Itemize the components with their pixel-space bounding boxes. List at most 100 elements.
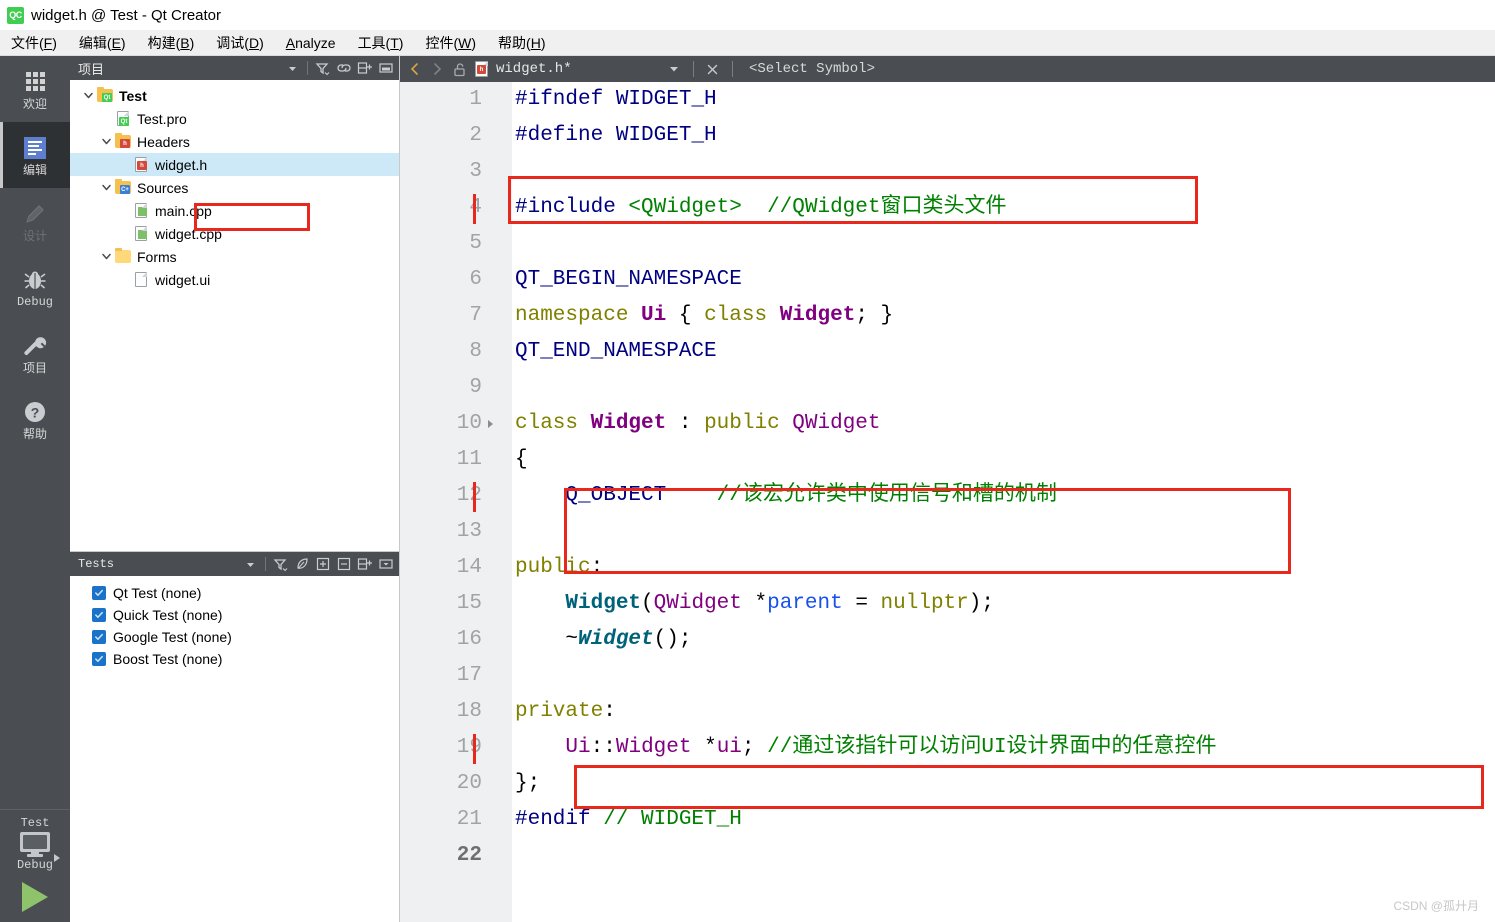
code-row[interactable]: class Widget : public QWidget <box>400 406 1495 442</box>
code-row[interactable]: Q_OBJECT //该宏允许类中使用信号和槽的机制 <box>400 478 1495 514</box>
tab-filename[interactable]: widget.h* <box>496 61 572 77</box>
code-row[interactable]: Ui::Widget *ui; //通过该指针可以访问UI设计界面中的任意控件 <box>400 730 1495 766</box>
close-icon[interactable] <box>702 58 724 80</box>
tree-item-forms[interactable]: Forms <box>70 245 399 268</box>
tests-list[interactable]: Qt Test (none) Quick Test (none) Google Te… <box>70 576 399 670</box>
tree-item-test[interactable]: Qt Test <box>70 84 399 107</box>
code-row[interactable]: private: <box>400 694 1495 730</box>
mode-button-welcome[interactable]: 欢迎 <box>0 56 70 122</box>
code-token: QWidget <box>792 412 881 435</box>
chevron-down-icon[interactable] <box>283 59 302 78</box>
collapse-all-icon[interactable] <box>334 555 353 574</box>
test-list-item[interactable]: Google Test (none) <box>92 626 399 648</box>
code-token: parent <box>767 592 843 615</box>
code-token: * <box>691 736 717 759</box>
editor-tab-bar: h widget.h* <Select Symbol> <box>400 56 1495 82</box>
checkbox-checked-icon[interactable] <box>92 608 106 622</box>
code-row[interactable] <box>400 226 1495 262</box>
code-row[interactable]: #include <QWidget> //QWidget窗口类头文件 <box>400 190 1495 226</box>
link-icon[interactable] <box>334 59 353 78</box>
code-token: : <box>590 556 604 579</box>
kit-selector[interactable]: Test Debug <box>0 809 70 922</box>
mode-button-edit[interactable]: 编辑 <box>0 122 70 188</box>
chevron-down-icon[interactable] <box>98 136 114 147</box>
code-row[interactable] <box>400 838 1495 874</box>
run-arrow-icon[interactable] <box>22 882 48 912</box>
code-row[interactable]: Widget(QWidget *parent = nullptr); <box>400 586 1495 622</box>
menu-item-4[interactable]: Analyze <box>275 32 347 54</box>
code-token: ); <box>968 592 994 615</box>
code-row[interactable] <box>400 370 1495 406</box>
unlocked-icon[interactable] <box>448 58 472 80</box>
code-row[interactable]: { <box>400 442 1495 478</box>
code-line-text: public: <box>515 550 1495 586</box>
menu-mnemonic: D <box>248 34 260 51</box>
menu-item-6[interactable]: 控件(W) <box>414 30 487 56</box>
chevron-down-icon[interactable] <box>241 555 260 574</box>
project-tree[interactable]: Qt Test Qt Test.pro h Headers h widget.h C+ Sourc… <box>70 80 399 291</box>
menu-item-1[interactable]: 编辑(E) <box>68 30 137 56</box>
code-line-text: namespace Ui { class Widget; } <box>515 298 1495 334</box>
mode-label-design: 设计 <box>22 228 47 243</box>
mode-button-help[interactable]: ? 帮助 <box>0 386 70 452</box>
menu-icon[interactable] <box>376 555 395 574</box>
code-row[interactable] <box>400 514 1495 550</box>
code-token: class <box>515 412 591 435</box>
menu-item-3[interactable]: 调试(D) <box>205 30 274 56</box>
tree-item-widget-cpp[interactable]: widget.cpp <box>70 222 399 245</box>
menu-item-7[interactable]: 帮助(H) <box>487 30 556 56</box>
chevron-down-icon[interactable] <box>98 251 114 262</box>
code-row[interactable]: QT_BEGIN_NAMESPACE <box>400 262 1495 298</box>
code-row[interactable]: ~Widget(); <box>400 622 1495 658</box>
menu-item-0[interactable]: 文件(F) <box>0 30 68 56</box>
mode-selector-bar: 欢迎 编辑 设计 Debug 项目 ? 帮助 Test Debug <box>0 56 70 922</box>
tree-item-widget-ui[interactable]: widget.ui <box>70 268 399 291</box>
chevron-down-icon[interactable] <box>663 58 685 80</box>
checkbox-checked-icon[interactable] <box>92 652 106 666</box>
split-icon[interactable] <box>355 555 374 574</box>
filter-icon[interactable] <box>313 59 332 78</box>
code-row[interactable]: QT_END_NAMESPACE <box>400 334 1495 370</box>
code-row[interactable]: }; <box>400 766 1495 802</box>
chevron-left-icon[interactable] <box>404 58 426 80</box>
mode-button-projects[interactable]: 项目 <box>0 320 70 386</box>
mode-button-debug[interactable]: Debug <box>0 254 70 320</box>
code-row[interactable] <box>400 154 1495 190</box>
leaf-icon[interactable] <box>292 555 311 574</box>
tree-item-headers[interactable]: h Headers <box>70 130 399 153</box>
toolbar-separator <box>307 61 308 75</box>
code-token: ~ <box>515 628 579 651</box>
test-list-item[interactable]: Quick Test (none) <box>92 604 399 626</box>
checkbox-checked-icon[interactable] <box>92 586 106 600</box>
tree-item-main-cpp[interactable]: main.cpp <box>70 199 399 222</box>
filter-icon[interactable] <box>271 555 290 574</box>
chevron-down-icon[interactable] <box>98 182 114 193</box>
code-row[interactable]: public: <box>400 550 1495 586</box>
test-item-label: Quick Test (none) <box>113 607 223 623</box>
tree-item-test-pro[interactable]: Qt Test.pro <box>70 107 399 130</box>
menu-item-2[interactable]: 构建(B) <box>137 30 206 56</box>
code-row[interactable] <box>400 658 1495 694</box>
code-line-text: Q_OBJECT //该宏允许类中使用信号和槽的机制 <box>515 478 1495 514</box>
split-icon[interactable] <box>355 59 374 78</box>
maximize-icon[interactable] <box>376 59 395 78</box>
tree-item-label: widget.h <box>155 156 208 173</box>
test-list-item[interactable]: Boost Test (none) <box>92 648 399 670</box>
checkbox-checked-icon[interactable] <box>92 630 106 644</box>
tree-item-label: Test <box>119 87 147 104</box>
mode-label-welcome: 欢迎 <box>22 96 47 111</box>
code-row[interactable]: namespace Ui { class Widget; } <box>400 298 1495 334</box>
tree-item-sources[interactable]: C+ Sources <box>70 176 399 199</box>
symbol-selector[interactable]: <Select Symbol> <box>741 61 875 77</box>
file-ui-icon <box>132 271 150 288</box>
test-list-item[interactable]: Qt Test (none) <box>92 582 399 604</box>
code-row[interactable]: #define WIDGET_H <box>400 118 1495 154</box>
menu-item-5[interactable]: 工具(T) <box>347 30 415 56</box>
code-row[interactable]: #ifndef WIDGET_H <box>400 82 1495 118</box>
chevron-down-icon[interactable] <box>80 90 96 101</box>
tree-item-widget-h[interactable]: h widget.h <box>70 153 399 176</box>
code-row[interactable]: #endif // WIDGET_H <box>400 802 1495 838</box>
expand-all-icon[interactable] <box>313 555 332 574</box>
chevron-right-icon[interactable] <box>426 58 448 80</box>
code-view[interactable]: 12345678910111213141516171819202122 #ifn… <box>400 82 1495 922</box>
